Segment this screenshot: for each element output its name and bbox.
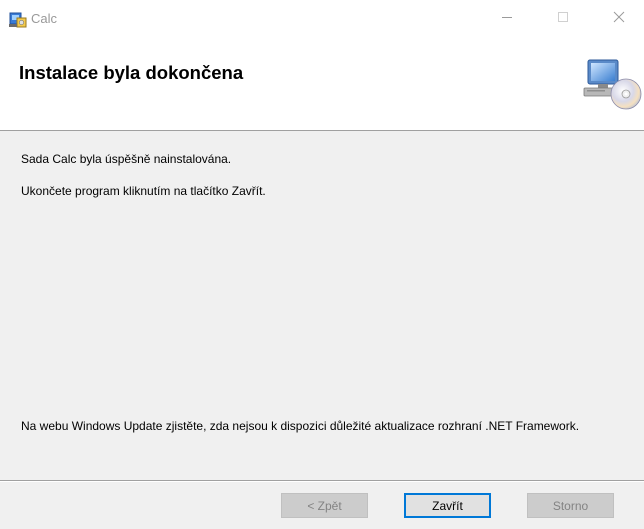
minimize-icon bbox=[501, 10, 513, 28]
footer-separator-highlight bbox=[0, 481, 644, 482]
cancel-button[interactable]: Storno bbox=[527, 493, 614, 518]
close-button[interactable]: Zavřít bbox=[404, 493, 491, 518]
header-separator bbox=[0, 130, 644, 131]
computer-cd-icon bbox=[582, 56, 642, 116]
minimize-button[interactable] bbox=[484, 0, 530, 38]
maximize-icon bbox=[557, 10, 569, 28]
installer-window: Calc Instalace byla dokončena Sada Calc … bbox=[0, 0, 644, 529]
maximize-button[interactable] bbox=[540, 0, 586, 38]
close-window-button[interactable] bbox=[596, 0, 642, 38]
install-success-message: Sada Calc byla úspěšně nainstalována. bbox=[21, 152, 232, 166]
back-button[interactable]: < Zpět bbox=[281, 493, 368, 518]
page-title: Instalace byla dokončena bbox=[19, 62, 244, 83]
title-bar[interactable]: Calc bbox=[0, 0, 644, 38]
installer-app-icon bbox=[8, 9, 28, 29]
window-title: Calc bbox=[31, 11, 58, 26]
header-banner: Instalace byla dokončena bbox=[0, 38, 644, 130]
close-icon bbox=[613, 10, 625, 28]
windows-update-message: Na webu Windows Update zjistěte, zda nej… bbox=[21, 419, 580, 433]
close-instruction-message: Ukončete program kliknutím na tlačítko Z… bbox=[21, 184, 266, 198]
